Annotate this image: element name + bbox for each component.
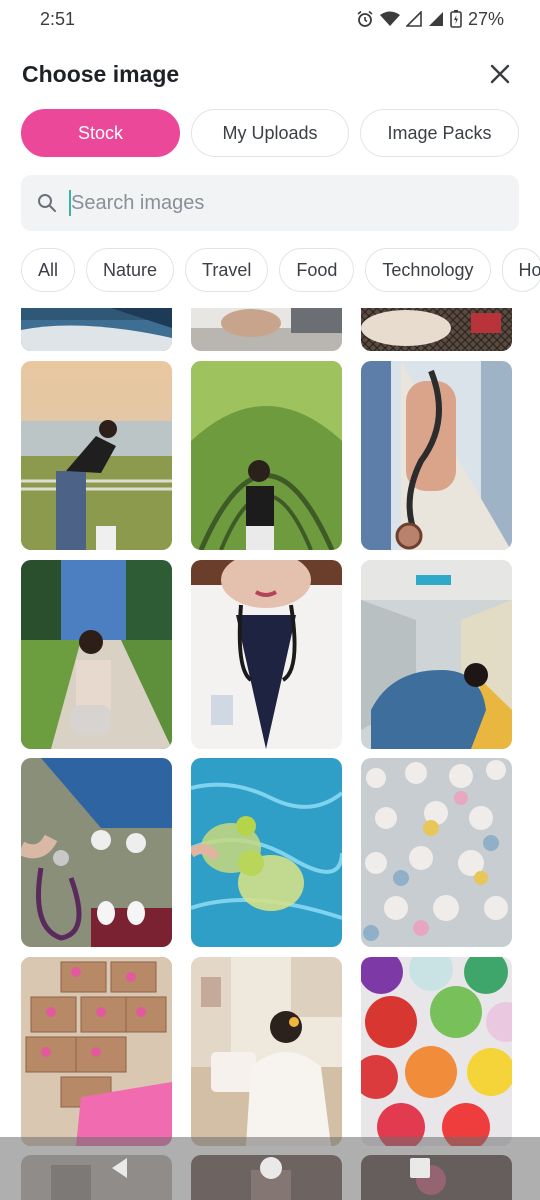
back-icon[interactable] xyxy=(107,1155,133,1181)
image-grid xyxy=(0,0,540,1200)
image-vine-arch[interactable] xyxy=(191,361,342,550)
image-hospital-corridor[interactable] xyxy=(361,560,512,749)
image-boat-seat[interactable] xyxy=(191,308,342,351)
image-sticker-boxes[interactable] xyxy=(21,957,172,1146)
image-yacht-deck[interactable] xyxy=(21,308,172,351)
image-garden-path[interactable] xyxy=(21,560,172,749)
system-nav-bar xyxy=(0,1137,540,1200)
image-stethoscope-floor[interactable] xyxy=(21,758,172,947)
image-sunset-railing[interactable] xyxy=(21,361,172,550)
image-pool-drinks[interactable] xyxy=(191,758,342,947)
recents-icon[interactable] xyxy=(407,1155,433,1181)
image-plush-toys[interactable] xyxy=(361,758,512,947)
image-candy-cups[interactable] xyxy=(361,957,512,1146)
home-icon[interactable] xyxy=(258,1155,284,1181)
image-doctor-selfie[interactable] xyxy=(191,560,342,749)
image-hand-stethoscope[interactable] xyxy=(361,361,512,550)
image-net-lounge[interactable] xyxy=(361,308,512,351)
image-sewing-desk[interactable] xyxy=(191,957,342,1146)
